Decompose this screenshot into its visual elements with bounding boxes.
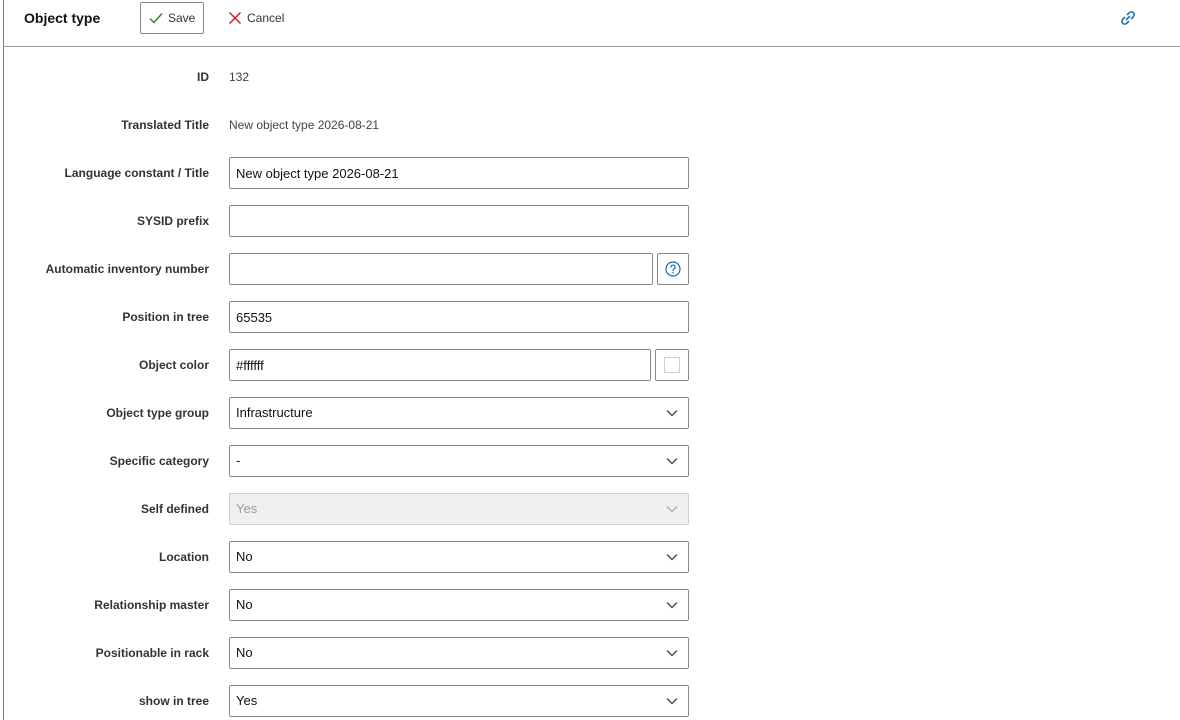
close-icon [228,11,242,25]
color-swatch [664,357,680,373]
relationship-master-label: Relationship master [94,598,209,612]
help-button[interactable] [657,253,689,285]
chevron-down-icon [666,506,678,513]
object-type-group-value: Infrastructure [236,405,313,420]
show-in-tree-value: Yes [236,693,258,708]
object-type-form: Object type Save Cancel ID 132 Translate… [3,0,1180,720]
chevron-down-icon [666,458,678,465]
language-constant-input[interactable] [229,157,689,189]
object-type-group-select[interactable]: Infrastructure [229,397,689,429]
specific-category-select[interactable]: - [229,445,689,477]
chevron-down-icon [666,650,678,657]
field-row-specific-category: Specific category - [4,445,1180,477]
field-row-positionable-in-rack: Positionable in rack No [4,637,1180,669]
translated-title-value: New object type 2026-08-21 [229,118,380,132]
field-row-auto-inventory: Automatic inventory number [4,253,1180,285]
location-value: No [236,549,253,564]
field-row-location: Location No [4,541,1180,573]
location-label: Location [159,550,209,564]
help-icon [665,261,681,277]
field-row-self-defined: Self defined Yes [4,493,1180,525]
object-color-input[interactable] [229,349,651,381]
page-title: Object type [24,10,101,26]
specific-category-value: - [236,453,241,468]
save-label: Save [168,11,196,25]
chevron-down-icon [666,698,678,705]
show-in-tree-select[interactable]: Yes [229,685,689,717]
field-row-relationship-master: Relationship master No [4,589,1180,621]
link-icon[interactable] [1118,8,1138,28]
cancel-button[interactable]: Cancel [228,2,284,34]
field-row-language-constant: Language constant / Title [4,157,1180,189]
field-row-id: ID 132 [4,61,1180,93]
object-type-group-label: Object type group [106,406,209,420]
id-label: ID [197,70,209,84]
show-in-tree-label: show in tree [138,694,209,708]
self-defined-value: Yes [236,501,258,516]
chevron-down-icon [666,602,678,609]
positionable-in-rack-select[interactable]: No [229,637,689,669]
position-in-tree-label: Position in tree [122,310,209,324]
translated-title-label: Translated Title [121,118,209,132]
relationship-master-value: No [236,597,253,612]
self-defined-label: Self defined [140,502,209,516]
field-row-object-type-group: Object type group Infrastructure [4,397,1180,429]
color-picker-button[interactable] [655,349,689,381]
field-row-show-in-tree: show in tree Yes [4,685,1180,717]
id-value: 132 [229,70,250,84]
check-icon [149,13,163,24]
chevron-down-icon [666,410,678,417]
relationship-master-select[interactable]: No [229,589,689,621]
field-row-object-color: Object color [4,349,1180,381]
cancel-label: Cancel [247,11,285,25]
language-constant-label: Language constant / Title [64,166,209,180]
location-select[interactable]: No [229,541,689,573]
auto-inventory-label: Automatic inventory number [45,262,209,276]
field-row-sysid-prefix: SYSID prefix [4,205,1180,237]
auto-inventory-input[interactable] [229,253,653,285]
save-button[interactable]: Save [140,2,204,34]
specific-category-label: Specific category [109,454,209,468]
positionable-in-rack-value: No [236,645,253,660]
positionable-in-rack-label: Positionable in rack [95,646,209,660]
field-row-position-in-tree: Position in tree [4,301,1180,333]
position-in-tree-input[interactable] [229,301,689,333]
chevron-down-icon [666,554,678,561]
sysid-prefix-label: SYSID prefix [136,214,209,228]
sysid-prefix-input[interactable] [229,205,689,237]
toolbar: Object type Save Cancel [4,0,1180,47]
field-row-translated-title: Translated Title New object type 2026-08… [4,109,1180,141]
self-defined-select: Yes [229,493,689,525]
object-color-label: Object color [138,358,209,372]
